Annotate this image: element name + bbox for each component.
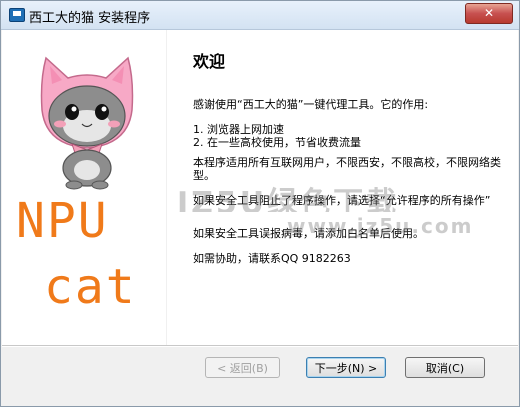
scope-text: 本程序适用所有互联网用户，不限西安，不限高校，不限网络类型。 — [193, 156, 501, 182]
feature-item-1: 1. 浏览器上网加速 — [193, 123, 284, 136]
help-contact-text: 如需协助，请联系QQ 9182263 — [193, 252, 351, 265]
virus-warning-text: 如果安全工具误报病毒，请添加白名单后使用。 — [193, 227, 424, 240]
app-icon — [9, 8, 25, 22]
cat-mascot-image — [40, 56, 134, 190]
npu-logo-text: NPU — [16, 193, 109, 249]
intro-text: 感谢使用“西工大的猫”一键代理工具。它的作用: — [193, 98, 429, 111]
welcome-heading: 欢迎 — [193, 52, 226, 71]
back-button[interactable]: < 返回(B) — [205, 357, 280, 378]
footer-divider — [2, 345, 518, 347]
feature-item-2: 2. 在一些高校使用，节省收费流量 — [193, 136, 361, 149]
watermark-overlay: JZ5U绿色下载 www.jz5u.com — [167, 30, 518, 345]
close-button[interactable]: ✕ — [465, 3, 513, 24]
cancel-button[interactable]: 取消(C) — [405, 357, 485, 378]
cat-logo-text: cat — [44, 259, 137, 315]
side-banner: NPU cat — [2, 30, 166, 345]
window-title: 西工大的猫 安装程序 — [29, 11, 151, 26]
security-block-text: 如果安全工具阻止了程序操作，请选择“允许程序的所有操作” — [193, 194, 491, 207]
title-bar[interactable]: 西工大的猫 安装程序 ✕ — [1, 1, 519, 30]
next-button[interactable]: 下一步(N) > — [306, 357, 386, 378]
welcome-panel: 欢迎 感谢使用“西工大的猫”一键代理工具。它的作用: 1. 浏览器上网加速 2.… — [167, 30, 518, 345]
installer-window: 西工大的猫 安装程序 ✕ NPU cat 欢迎 感谢使用“西工大的猫”一键代理工… — [0, 0, 520, 407]
